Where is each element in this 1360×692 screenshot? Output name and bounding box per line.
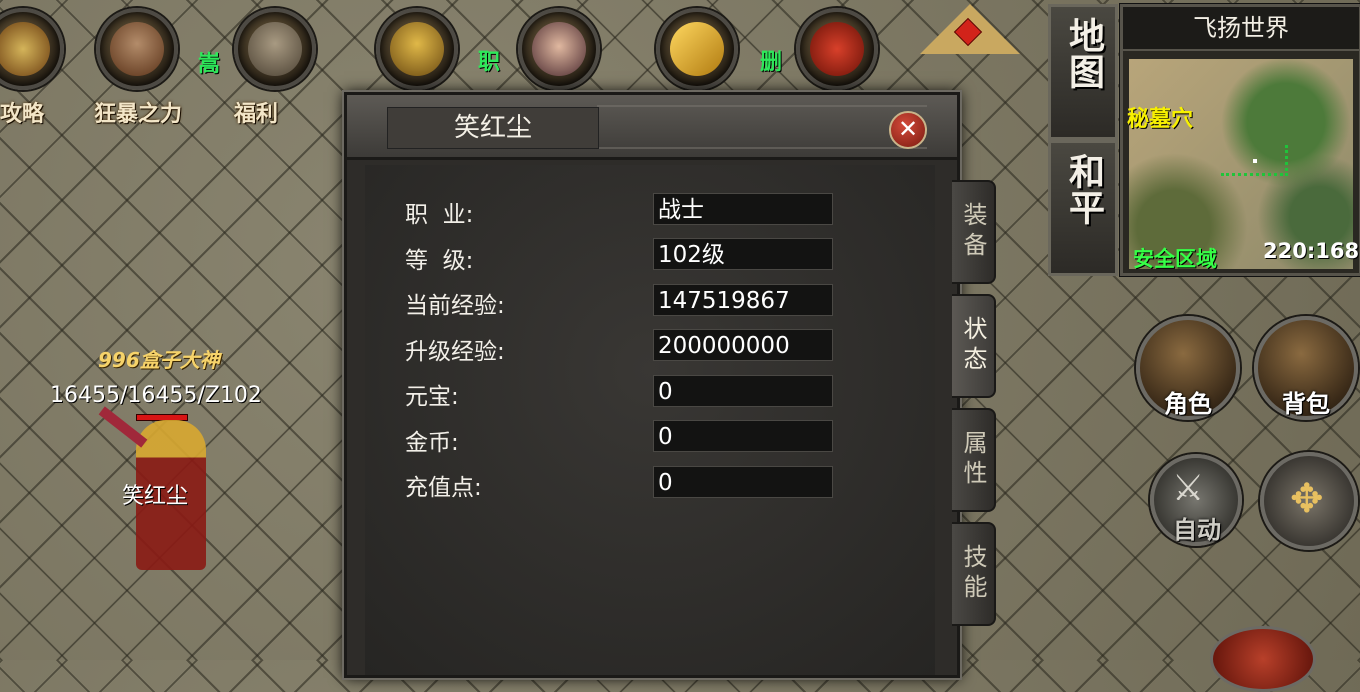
profession-label: 职 业: [405,202,474,228]
npc-markers [1221,145,1288,176]
level-label: 等 级: [405,248,474,274]
player-name: 笑红尘 [122,484,189,509]
four-arrows-icon: ✥ [1290,476,1324,522]
gold-bars-icon[interactable] [656,8,738,90]
peace-mode-label: 和平 [1063,153,1104,225]
recharge-points-label: 充值点: [405,475,482,501]
close-icon: ✕ [897,115,919,143]
panel-body: 职 业: 战士 等 级: 102级 当前经验: 147519867 升级经验: … [365,165,935,675]
levelup-exp-value: 200000000 [653,329,833,361]
yuanbao-value: 0 [653,375,833,407]
coordinates: 220:168 [1263,239,1360,263]
gold-value: 0 [653,420,833,452]
welfare-label: 福利 [234,102,279,127]
close-button[interactable]: ✕ [889,111,927,149]
berserk-label: 狂暴之力 [94,102,183,127]
tab-status[interactable]: 状态 [952,294,996,398]
bag-button-label: 背包 [1282,390,1330,418]
current-exp-value: 147519867 [653,284,833,316]
guide-icon[interactable] [0,8,64,90]
minimap: 飞扬世界 秘墓穴 安全区域 220:168 [1120,4,1360,276]
map-button-label: 地图 [1063,17,1104,89]
map-button[interactable]: 地图 [1048,4,1118,140]
tab-equipment[interactable]: 装备 [952,180,996,284]
profession-value: 战士 [653,193,833,225]
safe-zone-label: 安全区域 [1133,247,1217,271]
level-value: 102级 [653,238,833,270]
guide-label: 攻略 [0,102,45,127]
treasure-chest-icon[interactable] [796,8,878,90]
green-partial-text-1: 职 [478,50,501,75]
female-portrait-icon[interactable] [518,8,600,90]
yuanbao-label: 元宝: [405,384,459,410]
skill-button-partial[interactable] [1210,626,1316,692]
header-ornament [597,105,927,149]
move-joystick-button[interactable]: ✥ [1260,452,1358,550]
welfare-gate-icon[interactable] [234,8,316,90]
warrior-helmet-icon[interactable] [376,8,458,90]
character-button-label: 角色 [1164,390,1212,418]
levelup-exp-label: 升级经验: [405,339,505,365]
berserk-demon-icon[interactable] [96,8,178,90]
character-panel: 笑红尘 ✕ 职 业: 战士 等 级: 102级 当前经验: 147519867 … [344,92,960,678]
current-exp-label: 当前经验: [405,293,505,319]
minimap-view[interactable]: 秘墓穴 安全区域 220:168 [1127,59,1359,271]
location-name: 秘墓穴 [1127,107,1194,132]
crossed-swords-icon: ⚔ [1172,468,1205,509]
player-stats: 16455/16455/Z102 [50,383,262,408]
weapon-sprite [98,406,148,448]
peace-mode-button[interactable]: 和平 [1048,140,1118,276]
gold-label: 金币: [405,430,459,456]
tab-attributes[interactable]: 属性 [952,408,996,512]
green-partial-text-2: 删 [760,50,783,75]
panel-header: 笑红尘 ✕ [347,95,957,160]
auto-button-label: 自动 [1173,516,1221,544]
panel-title: 笑红尘 [387,107,599,149]
recharge-points-value: 0 [653,466,833,498]
server-name: 飞扬世界 [1123,7,1359,51]
tab-skills[interactable]: 技能 [952,522,996,626]
player-title: 996盒子大神 [98,348,220,372]
green-partial-text-left: 嵩 [198,52,221,77]
